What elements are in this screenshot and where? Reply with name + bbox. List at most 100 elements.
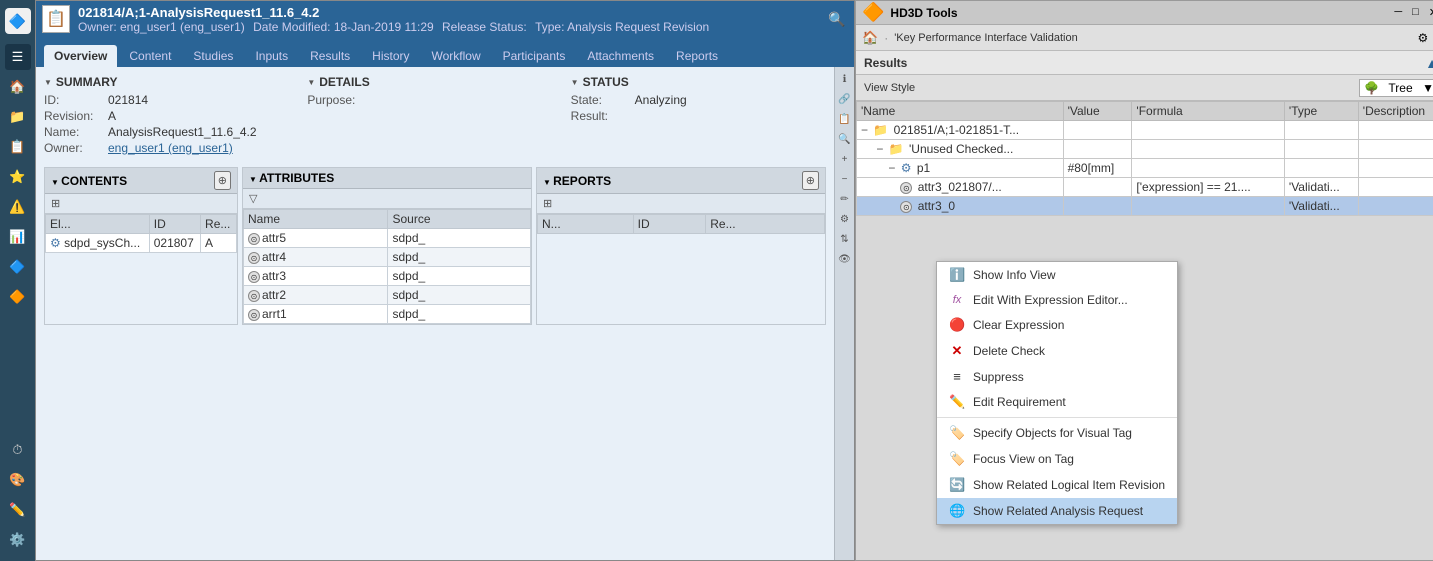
rep-col-re[interactable]: Re... <box>706 215 825 234</box>
tab-attachments[interactable]: Attachments <box>577 45 664 67</box>
tab-content[interactable]: Content <box>119 45 181 67</box>
sidebar-icon-3[interactable]: 📋 <box>5 134 31 160</box>
expand-icon[interactable]: − <box>888 161 895 175</box>
filter-icon[interactable]: ▽ <box>247 191 259 206</box>
zoom-in-icon[interactable]: + <box>837 151 853 167</box>
menu-item-focus-view[interactable]: 🏷️ Focus View on Tag <box>937 446 1177 472</box>
attributes-block: ATTRIBUTES ▽ Name Source <box>242 167 532 325</box>
tab-overview[interactable]: Overview <box>44 45 117 67</box>
table-row[interactable]: ⊙attr3 sdpd_ <box>244 267 531 286</box>
share-icon[interactable]: ⇅ <box>837 231 853 247</box>
zoom-icon[interactable]: 🔍 <box>837 131 853 147</box>
expand-icon[interactable]: − <box>876 142 883 156</box>
sidebar-icon-8[interactable]: 🔶 <box>5 284 31 310</box>
tab-history[interactable]: History <box>362 45 419 67</box>
expand-icon[interactable]: − <box>861 123 868 137</box>
title-bar: 📋 021814/A;1-AnalysisRequest1_11.6_4.2 O… <box>36 1 854 37</box>
sidebar-icon-2[interactable]: 📁 <box>5 104 31 130</box>
reports-add-btn[interactable]: ⊕ <box>802 171 819 190</box>
rep-col-id[interactable]: ID <box>633 215 706 234</box>
sidebar-icon-bottom-3[interactable]: ✏️ <box>5 497 31 523</box>
table-row[interactable]: ⚙ sdpd_sysCh... 021807 A <box>46 234 237 253</box>
sidebar-icon-4[interactable]: ⭐ <box>5 164 31 190</box>
rep-col-n[interactable]: N... <box>538 215 634 234</box>
analysis-menu-icon: 🌐 <box>949 503 965 519</box>
sidebar-home-icon[interactable]: ☰ <box>5 44 31 70</box>
col-re[interactable]: Re... <box>201 215 237 234</box>
tree-col-type[interactable]: 'Type <box>1284 102 1358 121</box>
search-button[interactable]: 🔍 <box>826 8 848 30</box>
settings2-icon[interactable]: ⚙ <box>837 211 853 227</box>
tree-col-name[interactable]: 'Name <box>857 102 1064 121</box>
hd3d-close-btn[interactable]: ✕ <box>1426 6 1433 19</box>
menu-item-specify-objects[interactable]: 🏷️ Specify Objects for Visual Tag <box>937 420 1177 446</box>
table-row[interactable]: ⊙attr5 sdpd_ <box>244 229 531 248</box>
results-toggle-btn[interactable]: ▲ <box>1425 55 1433 71</box>
tree-row[interactable]: − 📁 'Unused Checked... <box>857 140 1433 159</box>
sidebar-icon-bottom-1[interactable]: ⏱ <box>5 437 31 463</box>
menu-item-clear-expression[interactable]: 🔴 Clear Expression <box>937 312 1177 338</box>
view-style-select[interactable]: 🌳 Tree ▼ <box>1359 79 1433 97</box>
table-row[interactable]: ⊙attr2 sdpd_ <box>244 286 531 305</box>
details-block: DETAILS Purpose: <box>307 75 562 157</box>
col-el[interactable]: El... <box>46 215 150 234</box>
hd3d-panel: 🔶 HD3D Tools ─ □ ✕ 🏠 · 'Key Performance … <box>855 0 1433 561</box>
col-id[interactable]: ID <box>149 215 200 234</box>
hd3d-minimize-btn[interactable]: ─ <box>1391 6 1405 19</box>
attr-icon: ⊙ <box>248 233 260 245</box>
tree-col-formula[interactable]: 'Formula <box>1132 102 1285 121</box>
tree-icon: 🌳 <box>1364 81 1379 95</box>
gear-icon[interactable]: ⚙ <box>1418 31 1429 45</box>
info-icon[interactable]: ℹ <box>837 71 853 87</box>
tree-col-desc[interactable]: 'Description <box>1358 102 1433 121</box>
zoom-out-icon[interactable]: − <box>837 171 853 187</box>
tree-col-value[interactable]: 'Value <box>1063 102 1132 121</box>
reports-table: N... ID Re... <box>537 214 825 234</box>
table-row[interactable]: ⊙attr4 sdpd_ <box>244 248 531 267</box>
table-row[interactable]: ⊙arrt1 sdpd_ <box>244 305 531 324</box>
sidebar-icon-7[interactable]: 🔷 <box>5 254 31 280</box>
summary-section: SUMMARY ID: 021814 Revision: A Name: Ana… <box>44 75 826 157</box>
attributes-header: ATTRIBUTES <box>243 168 531 189</box>
tab-inputs[interactable]: Inputs <box>245 45 298 67</box>
edit-icon[interactable]: ✏ <box>837 191 853 207</box>
sidebar-icon-5[interactable]: ⚠️ <box>5 194 31 220</box>
attr-col-source[interactable]: Source <box>388 210 531 229</box>
tree-row[interactable]: ⊙ attr3_021807/... ['expression] == 21..… <box>857 178 1433 197</box>
sidebar-icon-6[interactable]: 📊 <box>5 224 31 250</box>
reports-table-icon: ⊞ <box>541 196 554 211</box>
tree-row[interactable]: ⊙ attr3_0 'Validati... <box>857 197 1433 216</box>
tree-row[interactable]: − ⚙ p1 #80[mm] <box>857 159 1433 178</box>
menu-item-delete-check[interactable]: ✕ Delete Check <box>937 338 1177 364</box>
menu-item-show-related-analysis[interactable]: 🌐 Show Related Analysis Request <box>937 498 1177 524</box>
eye-icon[interactable]: 👁 <box>837 251 853 267</box>
tab-participants[interactable]: Participants <box>493 45 576 67</box>
result-row: Result: <box>571 109 826 123</box>
attr-icon: ⊙ <box>248 309 260 321</box>
menu-item-show-related-logical[interactable]: 🔄 Show Related Logical Item Revision <box>937 472 1177 498</box>
sidebar-icon-1[interactable]: 🏠 <box>5 74 31 100</box>
menu-item-edit-requirement[interactable]: ✏️ Edit Requirement <box>937 389 1177 415</box>
attr-icon: ⊙ <box>900 182 912 194</box>
breadcrumb-separator: · <box>884 31 888 45</box>
hd3d-maximize-btn[interactable]: □ <box>1409 6 1422 19</box>
tab-workflow[interactable]: Workflow <box>422 45 491 67</box>
tree-row[interactable]: − 📁 021851/A;1-021851-T... <box>857 121 1433 140</box>
link-icon[interactable]: 🔗 <box>837 91 853 107</box>
sidebar-icon-bottom-2[interactable]: 🎨 <box>5 467 31 493</box>
tab-results[interactable]: Results <box>300 45 360 67</box>
menu-item-show-info[interactable]: ℹ️ Show Info View <box>937 262 1177 288</box>
attr-col-name[interactable]: Name <box>244 210 388 229</box>
menu-item-edit-expression[interactable]: fx Edit With Expression Editor... <box>937 288 1177 312</box>
status-header: STATUS <box>571 75 826 89</box>
purpose-row: Purpose: <box>307 93 562 107</box>
sidebar-icon-bottom-4[interactable]: ⚙️ <box>5 527 31 553</box>
copy-icon[interactable]: 📋 <box>837 111 853 127</box>
contents-toolbar: ⊞ <box>45 194 237 214</box>
tab-studies[interactable]: Studies <box>183 45 243 67</box>
gear-icon: ⚙ <box>901 161 912 175</box>
tab-reports[interactable]: Reports <box>666 45 728 67</box>
menu-item-suppress[interactable]: ≡ Suppress <box>937 364 1177 389</box>
home-icon[interactable]: 🏠 <box>862 30 878 46</box>
contents-add-btn[interactable]: ⊕ <box>214 171 231 190</box>
